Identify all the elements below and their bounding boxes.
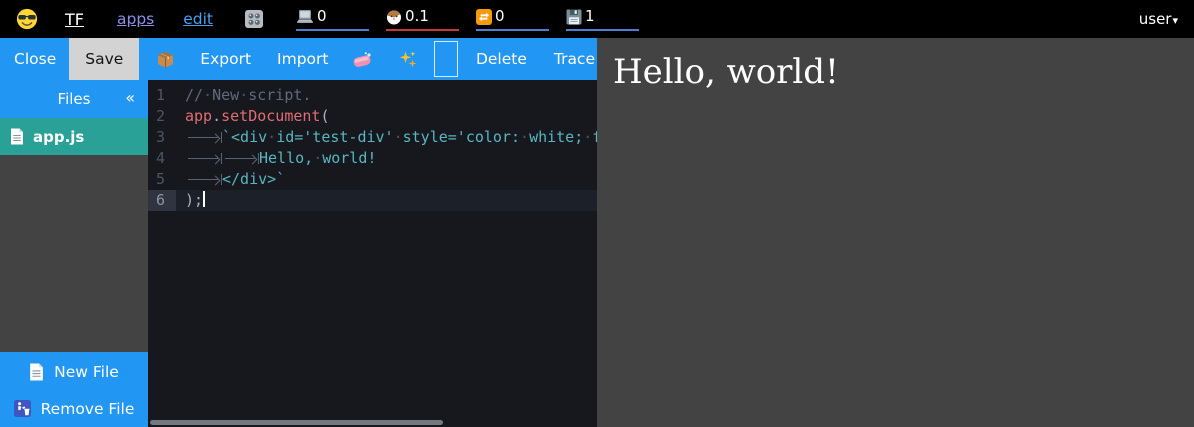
code-line: 2app.setDocument( [148, 106, 597, 127]
text-cursor [203, 191, 205, 207]
brand-link[interactable]: TF [65, 10, 84, 29]
metric-value: 1 [585, 9, 595, 24]
hamster-icon [386, 9, 402, 25]
floppy-disk-icon [566, 9, 582, 25]
package-icon[interactable] [156, 50, 175, 69]
file-name: app.js [33, 128, 84, 146]
code-line: 4Hello,·world! [148, 148, 597, 169]
metric-floppy: 1 [566, 7, 639, 31]
document-icon [10, 128, 24, 145]
metric-hamster: 0.1 [386, 7, 459, 31]
tab-marker-icon [185, 132, 222, 143]
trace-button[interactable]: Trace [552, 50, 597, 68]
delete-button[interactable]: Delete [474, 50, 529, 68]
new-file-button[interactable]: New File [0, 353, 148, 390]
tab-marker-icon [222, 153, 259, 164]
laptop-icon [296, 9, 314, 24]
export-button[interactable]: Export [198, 50, 253, 68]
code-line: 5</div>` [148, 169, 597, 190]
code-editor[interactable]: 1//·New·script.2app.setDocument(3`<div·i… [148, 80, 597, 427]
code-line: 1//·New·script. [148, 85, 597, 106]
metric-repeat: 0 [476, 7, 549, 31]
code-line: 6); [148, 190, 597, 211]
smiling-face-sunglasses-icon[interactable] [16, 8, 38, 30]
remove-file-button[interactable]: Remove File [0, 390, 148, 427]
new-file-icon [29, 363, 44, 381]
remove-file-label: Remove File [41, 400, 135, 418]
user-menu-label: user [1139, 10, 1172, 28]
control-knobs-icon[interactable] [245, 10, 263, 28]
file-item-appjs[interactable]: app.js [0, 118, 148, 155]
import-button[interactable]: Import [275, 50, 330, 68]
line-number: 5 [148, 169, 176, 190]
code-area[interactable]: 1//·New·script.2app.setDocument(3`<div·i… [148, 80, 597, 211]
preview-heading: Hello, world! [613, 52, 1178, 92]
soap-icon[interactable] [352, 51, 373, 68]
line-number: 2 [148, 106, 176, 127]
top-bar: TF apps edit 0 [0, 0, 1194, 38]
line-number: 1 [148, 85, 176, 106]
user-menu[interactable]: user ▾ [1139, 10, 1178, 28]
file-list-area [0, 155, 148, 352]
code-line: 3`<div·id='test-div'·style='color:·white… [148, 127, 597, 148]
sparkles-icon[interactable] [399, 50, 417, 68]
tab-marker-icon [185, 153, 222, 164]
metric-value: 0 [317, 9, 327, 24]
caret-down-icon: ▾ [1172, 12, 1178, 27]
repeat-icon [476, 9, 492, 25]
files-header: Files « [0, 80, 148, 118]
horizontal-scrollbar[interactable] [150, 420, 443, 425]
metric-value: 0 [495, 9, 505, 24]
line-number: 6 [148, 190, 176, 211]
line-number: 4 [148, 148, 176, 169]
metric-laptop: 0 [296, 7, 369, 31]
files-title: Files [58, 90, 91, 108]
nav-link-apps[interactable]: apps [117, 10, 154, 28]
files-sidebar: Files « app.js New File [0, 80, 148, 427]
metric-value: 0.1 [405, 9, 429, 24]
collapse-sidebar-icon[interactable]: « [125, 88, 135, 107]
status-metrics: 0 0.1 0 [296, 7, 639, 31]
sidebar-actions: New File Remove File [0, 352, 148, 427]
new-file-label: New File [54, 363, 119, 381]
preview-pane: Hello, world! [597, 38, 1194, 427]
editor-toolbar: Close Save Export Import Delete Trace [0, 38, 597, 80]
nav-link-edit[interactable]: edit [183, 10, 213, 28]
line-number: 3 [148, 127, 176, 148]
empty-box-button[interactable] [434, 41, 457, 77]
remove-file-icon [14, 400, 31, 417]
tab-marker-icon [185, 174, 222, 185]
save-button[interactable]: Save [69, 38, 139, 80]
close-button[interactable]: Close [12, 50, 58, 68]
